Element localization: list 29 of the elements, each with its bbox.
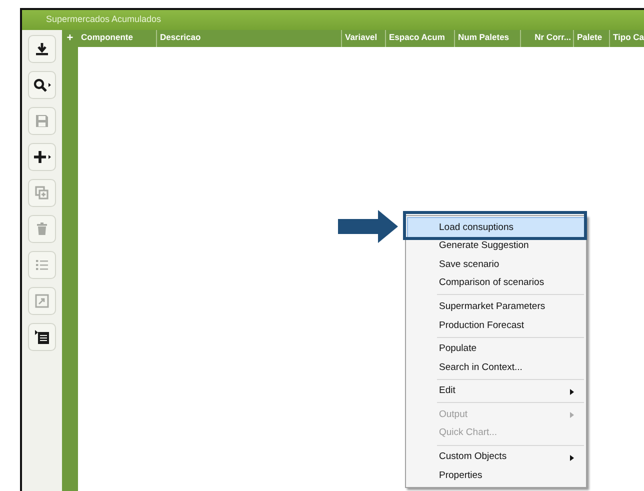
annotation-arrow [338, 210, 398, 243]
download-icon [35, 42, 49, 56]
menu-item[interactable]: Properties [408, 466, 584, 485]
search-icon [32, 78, 52, 92]
menu-list-icon [35, 330, 49, 344]
submenu-arrow-icon [570, 412, 574, 418]
menu-item[interactable]: Custom Objects [408, 448, 584, 466]
menu-item[interactable]: Supermarket Parameters [408, 297, 584, 316]
menu-item[interactable]: Populate [408, 340, 584, 358]
toolbar-button[interactable] [28, 323, 56, 351]
submenu-arrow-icon [570, 388, 574, 395]
list-icon [35, 258, 49, 272]
plus-icon [32, 150, 52, 164]
expand-icon [35, 294, 49, 308]
menu-item[interactable]: Search in Context... [408, 358, 584, 377]
window-title: Supermercados Acumulados [46, 15, 162, 24]
menu-item[interactable]: Production Forecast [408, 316, 584, 335]
submenu-arrow-icon [570, 454, 574, 461]
toolbar-button[interactable] [28, 71, 56, 99]
copy-icon [35, 186, 49, 200]
menu-item[interactable]: Generate Suggestion [408, 236, 584, 256]
trash-icon [35, 222, 49, 236]
menu-item[interactable]: Edit [408, 382, 584, 400]
toolbar-button[interactable] [28, 143, 56, 171]
toolbar-button[interactable] [28, 35, 56, 63]
save-icon [35, 114, 49, 128]
menu-item[interactable]: Save scenario [408, 255, 584, 274]
menu-item[interactable]: Comparison of scenarios [408, 274, 584, 292]
menu-item[interactable]: Load consuptions [408, 218, 584, 237]
